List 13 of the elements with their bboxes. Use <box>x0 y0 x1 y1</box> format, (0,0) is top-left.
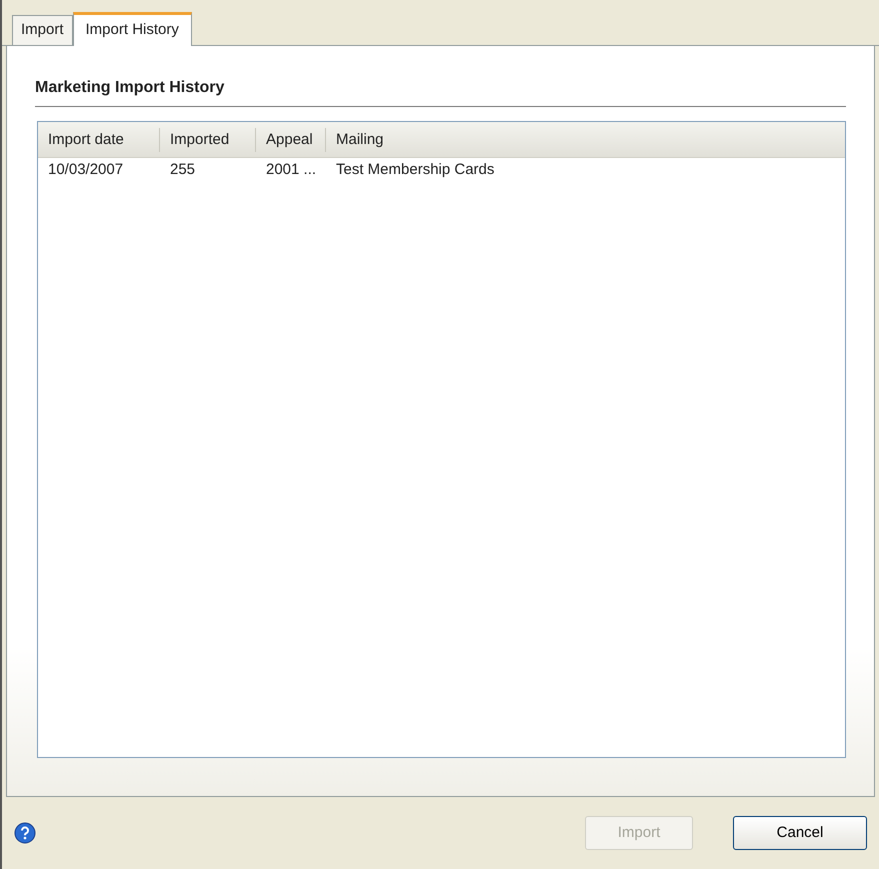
table-cell-text: 2001 ... <box>265 160 318 180</box>
column-header[interactable]: Import date <box>38 128 160 152</box>
section-title: Marketing Import History <box>35 76 846 107</box>
table-cell-text: Test Membership Cards <box>335 160 496 180</box>
table-cell-text: 255 <box>169 160 196 180</box>
dialog-button[interactable]: Cancel <box>733 816 867 850</box>
column-header[interactable]: Appeal <box>256 128 326 152</box>
help-icon[interactable] <box>14 822 36 844</box>
tab[interactable]: Import History <box>72 12 192 46</box>
table-cell-text: 10/03/2007 <box>47 160 124 180</box>
column-header[interactable]: Imported <box>160 128 256 152</box>
column-header[interactable]: Mailing <box>326 128 845 152</box>
tab[interactable]: Import <box>12 15 73 45</box>
